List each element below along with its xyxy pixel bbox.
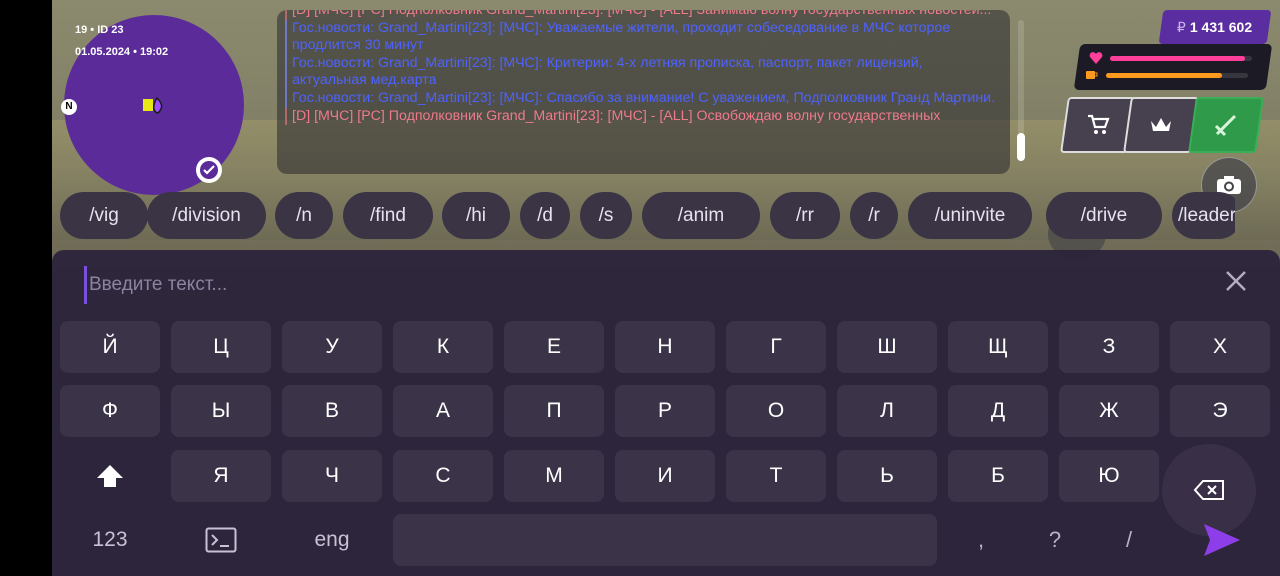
- hunger-bar-fill: [1106, 73, 1223, 78]
- weapon-button[interactable]: [1188, 97, 1264, 153]
- letter-key[interactable]: Р: [615, 385, 715, 437]
- chat-panel[interactable]: [D] [МЧС] [PC] Подполковник Grand_Martin…: [277, 10, 1010, 174]
- letter-key[interactable]: Й: [60, 321, 160, 373]
- backspace-icon: [1193, 480, 1224, 500]
- letter-key[interactable]: Ц: [171, 321, 271, 373]
- letter-key[interactable]: К: [393, 321, 493, 373]
- command-chip[interactable]: /division: [147, 192, 266, 239]
- numbers-key[interactable]: 123: [60, 514, 160, 566]
- command-chip[interactable]: /d: [520, 192, 570, 239]
- letter-key[interactable]: П: [504, 385, 604, 437]
- money-amount: 1 431 602: [1190, 18, 1253, 35]
- language-key[interactable]: eng: [282, 514, 382, 566]
- command-chip[interactable]: /uninvite: [908, 192, 1032, 239]
- cart-icon: [1088, 114, 1110, 134]
- compass-north-icon: N: [61, 99, 77, 115]
- letter-key[interactable]: Ч: [282, 450, 382, 502]
- letter-key[interactable]: Г: [726, 321, 826, 373]
- letter-key[interactable]: Ь: [837, 450, 937, 502]
- rifle-icon: [1214, 114, 1237, 137]
- command-chip[interactable]: /anim: [642, 192, 760, 239]
- stats-panel: [1073, 44, 1273, 90]
- command-chip[interactable]: /n: [275, 192, 333, 239]
- command-chip[interactable]: /vig: [60, 192, 148, 239]
- letter-key[interactable]: В: [282, 385, 382, 437]
- verified-badge-icon: [196, 157, 222, 183]
- shift-arrow-icon: [97, 465, 123, 487]
- chat-message: Гос.новости: Grand_Martini[23]: [МЧС]: К…: [285, 54, 998, 90]
- command-shortcuts: /vig/division/n/find/hi/d/s/anim/rr/r/un…: [60, 192, 1235, 240]
- command-chip[interactable]: /hi: [442, 192, 510, 239]
- letter-key[interactable]: А: [393, 385, 493, 437]
- chat-scrollbar-thumb[interactable]: [1017, 133, 1025, 161]
- send-icon[interactable]: [1200, 520, 1244, 560]
- currency-symbol: ₽: [1177, 18, 1187, 35]
- command-chip[interactable]: /rr: [770, 192, 840, 239]
- close-icon[interactable]: [1222, 267, 1250, 295]
- letter-key[interactable]: Ы: [171, 385, 271, 437]
- letter-key[interactable]: У: [282, 321, 382, 373]
- health-bar-fill: [1110, 56, 1245, 61]
- letter-key[interactable]: Э: [1170, 385, 1270, 437]
- chat-message: [D] [МЧС] [PC] Подполковник Grand_Martin…: [285, 107, 998, 126]
- command-chip[interactable]: /r: [850, 192, 898, 239]
- chat-message: Гос.новости: Grand_Martini[23]: [МЧС]: У…: [285, 19, 998, 55]
- letter-key[interactable]: И: [615, 450, 715, 502]
- commands-key[interactable]: [171, 514, 271, 566]
- command-chip[interactable]: /find: [343, 192, 433, 239]
- money-display: ₽1 431 602: [1158, 10, 1272, 44]
- terminal-icon: [205, 527, 237, 553]
- letter-key[interactable]: Х: [1170, 321, 1270, 373]
- comma-key[interactable]: ,: [946, 514, 1016, 566]
- player-marker-icon: [143, 96, 163, 114]
- letter-key[interactable]: Ж: [1059, 385, 1159, 437]
- letter-key[interactable]: Ш: [837, 321, 937, 373]
- command-chip[interactable]: /s: [580, 192, 632, 239]
- chat-message: Гос.новости: Grand_Martini[23]: [МЧС]: С…: [285, 89, 998, 108]
- letter-key[interactable]: Я: [171, 450, 271, 502]
- shift-key[interactable]: [60, 450, 160, 502]
- letter-key[interactable]: Ф: [60, 385, 160, 437]
- letter-key[interactable]: З: [1059, 321, 1159, 373]
- letter-key[interactable]: Д: [948, 385, 1048, 437]
- letter-key[interactable]: Е: [504, 321, 604, 373]
- letter-key[interactable]: М: [504, 450, 604, 502]
- letter-key[interactable]: С: [393, 450, 493, 502]
- letter-key[interactable]: Л: [837, 385, 937, 437]
- chat-message: [D] [МЧС] [PC] Подполковник Grand_Martin…: [285, 10, 998, 20]
- donate-button[interactable]: [1123, 97, 1199, 153]
- letter-key[interactable]: Ю: [1059, 450, 1159, 502]
- player-id-label: 19 • ID 23: [75, 24, 124, 36]
- chat-text-input[interactable]: [84, 266, 1191, 304]
- datetime-label: 01.05.2024 • 19:02: [75, 46, 169, 58]
- question-key[interactable]: ?: [1020, 514, 1090, 566]
- space-key[interactable]: [393, 514, 937, 566]
- command-chip[interactable]: /leader: [1172, 192, 1235, 239]
- heart-icon: [1089, 52, 1103, 64]
- command-chip[interactable]: /drive: [1046, 192, 1162, 239]
- chat-lines: [D] [МЧС] [PC] Подполковник Grand_Martin…: [285, 10, 998, 126]
- crown-icon: [1151, 118, 1171, 131]
- food-icon: [1086, 71, 1098, 79]
- letter-key[interactable]: Б: [948, 450, 1048, 502]
- letter-key[interactable]: Т: [726, 450, 826, 502]
- letter-key[interactable]: Щ: [948, 321, 1048, 373]
- letter-key[interactable]: О: [726, 385, 826, 437]
- slash-key[interactable]: /: [1094, 514, 1164, 566]
- letter-key[interactable]: Н: [615, 321, 715, 373]
